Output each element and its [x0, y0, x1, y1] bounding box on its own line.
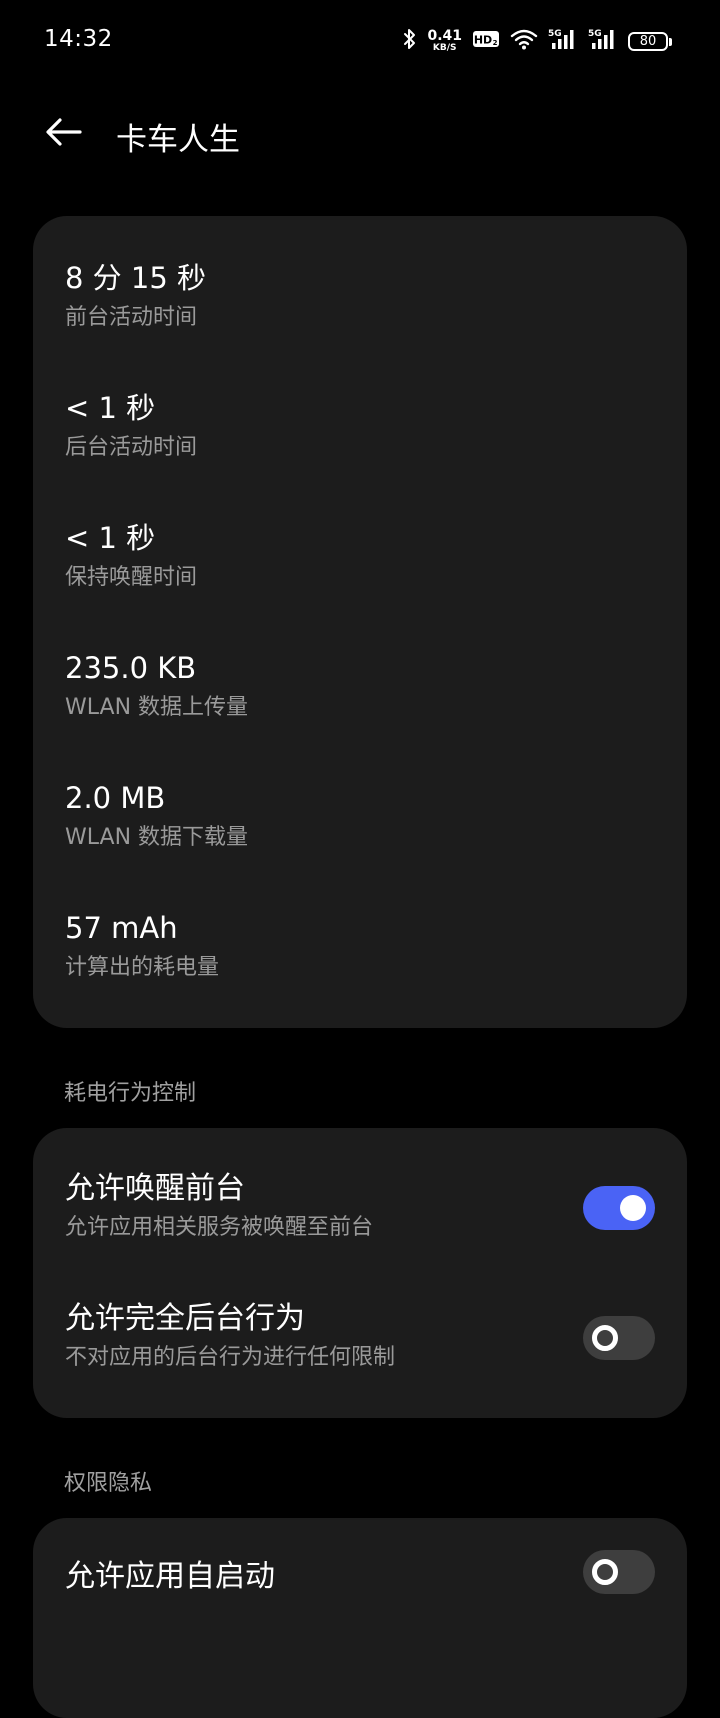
- switch-knob: [592, 1559, 618, 1585]
- svg-text:2: 2: [493, 39, 498, 47]
- permission-card: 允许应用自启动: [33, 1518, 687, 1718]
- stat-background-time: < 1 秒 后台活动时间: [65, 390, 197, 462]
- stat-value: < 1 秒: [65, 391, 156, 425]
- section-header-power-control: 耗电行为控制: [64, 1081, 197, 1106]
- setting-title: 允许唤醒前台: [65, 1171, 245, 1206]
- stat-label: WLAN 数据上传量: [65, 695, 249, 720]
- stat-value: 8 分 15 秒: [65, 261, 207, 295]
- signal-icon: 5G: [588, 27, 618, 55]
- signal-1-label: 5G: [548, 29, 562, 39]
- setting-allow-full-background[interactable]: 允许完全后台行为 不对应用的后台行为进行任何限制: [65, 1300, 655, 1386]
- status-icons: 0.41 KB/S HD 2 5G 5G 80: [403, 26, 672, 56]
- wifi-icon: [510, 28, 538, 54]
- switch-knob: [620, 1195, 646, 1221]
- setting-allow-autostart[interactable]: 允许应用自启动: [65, 1550, 655, 1606]
- stat-label: 保持唤醒时间: [65, 565, 198, 590]
- stat-label: 计算出的耗电量: [65, 955, 220, 980]
- net-speed-indicator: 0.41 KB/S: [427, 29, 462, 53]
- stat-wakelock-time: < 1 秒 保持唤醒时间: [65, 520, 197, 592]
- stat-label: WLAN 数据下载量: [65, 825, 249, 850]
- section-header-permissions: 权限隐私: [64, 1471, 153, 1496]
- status-bar: 14:32 0.41 KB/S HD 2 5G 5G 80: [0, 0, 720, 84]
- bluetooth-icon: [403, 27, 417, 55]
- hd-badge-text: HD: [474, 34, 492, 47]
- battery-level: 80: [639, 33, 657, 49]
- switch-knob: [592, 1325, 618, 1351]
- stat-value: 57 mAh: [65, 911, 178, 945]
- stat-power-usage: 57 mAh 计算出的耗电量: [65, 910, 219, 982]
- stat-value: < 1 秒: [65, 521, 156, 555]
- setting-subtitle: 允许应用相关服务被唤醒至前台: [65, 1215, 374, 1240]
- stat-value: 2.0 MB: [65, 781, 166, 815]
- arrow-left-icon: [44, 116, 84, 152]
- net-speed-unit: KB/S: [432, 43, 457, 53]
- stat-label: 后台活动时间: [65, 435, 198, 460]
- signal-icon: 5G: [548, 27, 578, 55]
- toggle-switch-autostart[interactable]: [583, 1550, 655, 1594]
- stat-value: 235.0 KB: [65, 651, 197, 685]
- signal-2-label: 5G: [588, 29, 602, 39]
- stat-wlan-upload: 235.0 KB WLAN 数据上传量: [65, 650, 248, 722]
- back-button[interactable]: [40, 110, 88, 158]
- hd-voice-icon: HD 2: [472, 29, 500, 53]
- setting-allow-wake-foreground[interactable]: 允许唤醒前台 允许应用相关服务被唤醒至前台: [65, 1170, 655, 1256]
- toggle-switch-wake-foreground[interactable]: [583, 1186, 655, 1230]
- stat-foreground-time: 8 分 15 秒 前台活动时间: [65, 260, 206, 332]
- status-time: 14:32: [44, 26, 113, 52]
- setting-title: 允许应用自启动: [65, 1559, 275, 1594]
- net-speed-value: 0.41: [427, 28, 462, 44]
- toggle-switch-full-background[interactable]: [583, 1316, 655, 1360]
- app-bar: 卡车人生: [0, 96, 720, 176]
- setting-subtitle: 不对应用的后台行为进行任何限制: [65, 1345, 396, 1370]
- usage-stats-card: 8 分 15 秒 前台活动时间 < 1 秒 后台活动时间 < 1 秒 保持唤醒时…: [33, 216, 687, 1028]
- stat-wlan-download: 2.0 MB WLAN 数据下载量: [65, 780, 248, 852]
- power-control-card: 允许唤醒前台 允许应用相关服务被唤醒至前台 允许完全后台行为 不对应用的后台行为…: [33, 1128, 687, 1418]
- stat-label: 前台活动时间: [65, 305, 198, 330]
- setting-title: 允许完全后台行为: [65, 1301, 305, 1336]
- battery-icon: 80: [628, 31, 672, 51]
- page-title: 卡车人生: [116, 122, 240, 158]
